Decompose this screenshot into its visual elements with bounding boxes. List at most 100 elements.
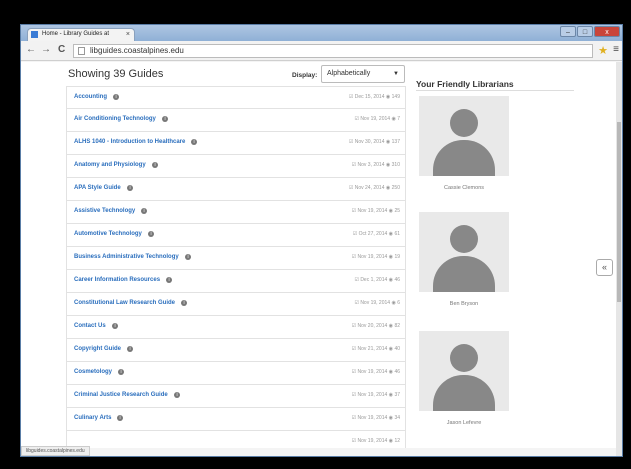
guide-views: 82 <box>394 323 400 329</box>
guide-views: 12 <box>394 438 400 444</box>
guide-link[interactable]: APA Style Guide <box>74 185 121 191</box>
info-icon[interactable]: i <box>152 162 158 168</box>
back-button[interactable]: ← <box>26 44 36 55</box>
views-icon: ◉ <box>384 162 392 168</box>
guide-meta: ☑ Nov 24, 2014 ◉ 250 <box>349 185 400 191</box>
guide-date: Nov 19, 2014 <box>360 116 391 122</box>
guide-meta: ☑ Nov 21, 2014 ◉ 40 <box>352 346 400 352</box>
librarian-card: Cassie Clemons <box>419 96 509 191</box>
guide-row: Career Information Resources i ☑ Dec 1, 20… <box>66 270 406 293</box>
guide-views: 25 <box>394 208 400 214</box>
guide-row: Cosmetology i ☑ Nov 19, 2014 ◉ 46 <box>66 362 406 385</box>
favicon-icon <box>31 31 38 38</box>
display-sort-select[interactable]: Alphabetically ▼ <box>321 65 405 83</box>
back-to-top-button[interactable]: « <box>596 259 613 276</box>
bookmark-star-icon[interactable]: ★ <box>598 44 608 57</box>
tab-close-button[interactable]: × <box>126 29 130 40</box>
guide-views: 250 <box>391 185 400 191</box>
guide-link[interactable]: Constitutional Law Research Guide <box>74 300 175 306</box>
guide-views: 7 <box>397 116 400 122</box>
guide-meta: ☑ Nov 30, 2014 ◉ 137 <box>349 139 400 145</box>
close-window-button[interactable]: x <box>594 26 620 37</box>
tab-title: Home - Library Guides at <box>42 31 110 37</box>
guide-row: Anatomy and Physiology i ☑ Nov 3, 2014 ◉ 3… <box>66 155 406 178</box>
guide-link[interactable]: Anatomy and Physiology <box>74 162 146 168</box>
guide-date: Nov 24, 2014 <box>354 185 385 191</box>
info-icon[interactable]: i <box>174 392 180 398</box>
guide-link[interactable]: Business Administrative Technology <box>74 254 179 260</box>
librarian-name: Jason Lefevre <box>446 420 482 426</box>
guide-row: Air Conditioning Technology i ☑ Nov 19, 20… <box>66 109 406 132</box>
guide-link[interactable]: Career Information Resources <box>74 277 160 283</box>
vertical-scrollbar[interactable] <box>616 62 622 456</box>
librarian-name: Cassie Clemons <box>443 185 485 191</box>
browser-menu-button[interactable]: ≡ <box>613 44 619 55</box>
guide-row: APA Style Guide i ☑ Nov 24, 2014 ◉ 250 <box>66 178 406 201</box>
guide-link[interactable]: Criminal Justice Research Guide <box>74 392 168 398</box>
info-icon[interactable]: i <box>127 346 133 352</box>
guide-views: 6 <box>397 300 400 306</box>
guide-date: Nov 19, 2014 <box>357 415 388 421</box>
info-icon[interactable]: i <box>141 208 147 214</box>
guide-date: Dec 15, 2014 <box>354 94 385 100</box>
info-icon[interactable]: i <box>112 323 118 329</box>
guides-count-heading: Showing 39 Guides <box>68 68 164 80</box>
guide-meta: ☑ Nov 19, 2014 ◉ 34 <box>352 415 400 421</box>
guide-link[interactable]: Culinary Arts <box>74 415 111 421</box>
info-icon[interactable]: i <box>118 369 124 375</box>
avatar <box>419 96 509 176</box>
info-icon[interactable]: i <box>113 94 119 100</box>
info-icon[interactable]: i <box>191 139 197 145</box>
guide-link[interactable]: Accounting <box>74 94 107 100</box>
address-bar[interactable]: libguides.coastalpines.edu <box>73 44 593 58</box>
guide-meta: ☑ Nov 19, 2014 ◉ 12 <box>352 438 400 444</box>
page-content: Showing 39 Guides Display: Alphabeticall… <box>21 62 618 448</box>
info-icon[interactable]: i <box>166 277 172 283</box>
guide-row: ALHS 1040 - Introduction to Healthcare i ☑… <box>66 132 406 155</box>
guide-link[interactable]: Air Conditioning Technology <box>74 116 156 122</box>
reload-button[interactable]: C <box>58 44 65 55</box>
info-icon[interactable]: i <box>185 254 191 260</box>
guide-date: Oct 27, 2014 <box>358 231 388 237</box>
guide-link[interactable]: Contact Us <box>74 323 106 329</box>
guide-link[interactable]: Cosmetology <box>74 369 112 375</box>
forward-button[interactable]: → <box>41 44 51 55</box>
guide-views: 19 <box>394 254 400 260</box>
guide-meta: ☑ Oct 27, 2014 ◉ 61 <box>353 231 400 237</box>
info-icon[interactable]: i <box>181 300 187 306</box>
guide-meta: ☑ Nov 19, 2014 ◉ 37 <box>352 392 400 398</box>
guide-meta: ☑ Nov 19, 2014 ◉ 46 <box>352 369 400 375</box>
guide-link[interactable]: ALHS 1040 - Introduction to Healthcare <box>74 139 185 145</box>
guide-date: Nov 20, 2014 <box>357 323 388 329</box>
guide-meta: ☑ Nov 19, 2014 ◉ 19 <box>352 254 400 260</box>
guide-views: 310 <box>391 162 400 168</box>
guide-meta: ☑ Nov 20, 2014 ◉ 82 <box>352 323 400 329</box>
info-icon[interactable]: i <box>117 415 123 421</box>
views-icon: ◉ <box>384 94 392 100</box>
guide-meta: ☑ Dec 1, 2014 ◉ 46 <box>354 277 400 283</box>
display-label: Display: <box>292 72 318 79</box>
guide-meta: ☑ Nov 19, 2014 ◉ 25 <box>352 208 400 214</box>
guide-date: Nov 19, 2014 <box>357 369 388 375</box>
info-icon[interactable]: i <box>127 185 133 191</box>
window-controls: – □ x <box>560 26 620 37</box>
guide-date: Dec 1, 2014 <box>360 277 388 283</box>
browser-tab[interactable]: Home - Library Guides at × <box>27 28 135 41</box>
maximize-button[interactable]: □ <box>577 26 593 37</box>
guide-date: Nov 19, 2014 <box>357 438 388 444</box>
guide-date: Nov 21, 2014 <box>357 346 388 352</box>
guide-views: 40 <box>394 346 400 352</box>
guide-link[interactable]: Assistive Technology <box>74 208 135 214</box>
scrollbar-thumb[interactable] <box>617 122 621 302</box>
avatar <box>419 331 509 411</box>
guide-row: Copyright Guide i ☑ Nov 21, 2014 ◉ 40 <box>66 339 406 362</box>
info-icon[interactable]: i <box>162 116 168 122</box>
guide-link[interactable]: Automotive Technology <box>74 231 142 237</box>
minimize-button[interactable]: – <box>560 26 576 37</box>
info-icon[interactable]: i <box>148 231 154 237</box>
guide-row: Culinary Arts i ☑ Nov 19, 2014 ◉ 34 <box>66 408 406 431</box>
guide-link[interactable]: Copyright Guide <box>74 346 121 352</box>
views-icon: ◉ <box>384 139 392 145</box>
guide-views: 34 <box>394 415 400 421</box>
guide-views: 46 <box>394 369 400 375</box>
